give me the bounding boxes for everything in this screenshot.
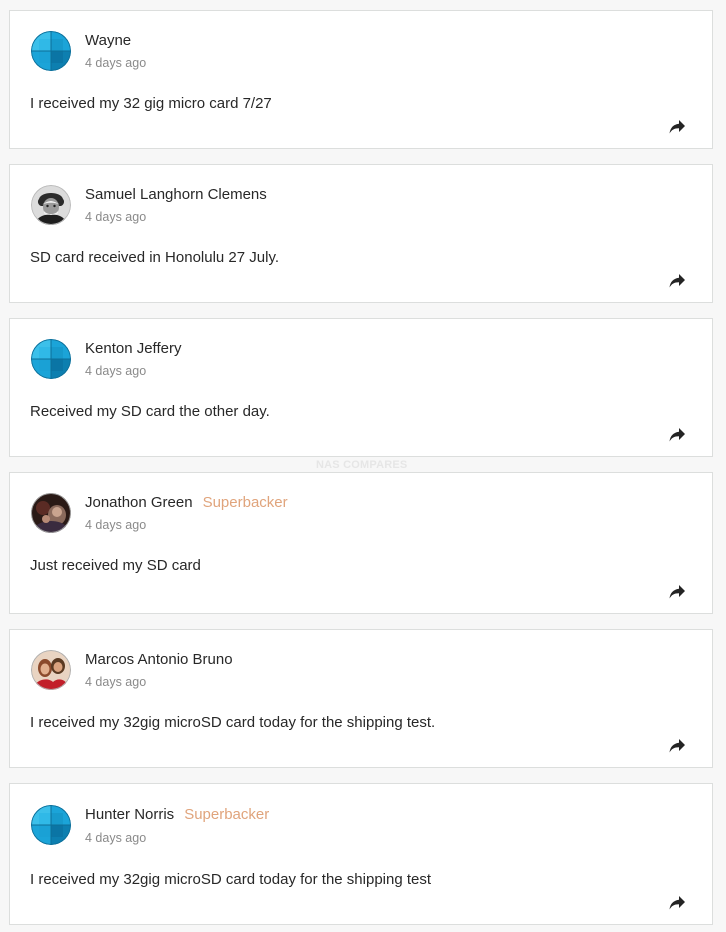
comment-text: Received my SD card the other day.	[30, 403, 270, 420]
comment-text: I received my 32gig microSD card today f…	[30, 871, 432, 888]
comment-timestamp: 4 days ago	[85, 518, 147, 532]
comment-text: Just received my SD card	[30, 557, 201, 574]
share-arrow-icon	[669, 896, 685, 910]
share-button[interactable]	[668, 118, 686, 136]
default-globe-avatar-icon	[31, 31, 71, 71]
comment-text: I received my 32gig microSD card today f…	[30, 714, 436, 731]
avatar[interactable]	[31, 31, 71, 71]
comment-timestamp: 4 days ago	[85, 56, 147, 70]
superbacker-badge: Superbacker	[202, 494, 288, 511]
photo-avatar-icon	[31, 493, 71, 533]
avatar[interactable]	[31, 339, 71, 379]
default-globe-avatar-icon	[31, 805, 71, 845]
avatar[interactable]	[31, 185, 71, 225]
share-button[interactable]	[668, 426, 686, 444]
avatar[interactable]	[31, 493, 71, 533]
avatar[interactable]	[31, 805, 71, 845]
commenter-name[interactable]: Kenton Jeffery	[85, 340, 191, 357]
share-button[interactable]	[668, 583, 686, 601]
comment-card: Wayne 4 days ago I received my 32 gig mi…	[9, 10, 713, 149]
comment-timestamp: 4 days ago	[85, 364, 147, 378]
comment-text: I received my 32 gig micro card 7/27	[30, 95, 272, 112]
superbacker-badge: Superbacker	[184, 806, 270, 823]
share-button[interactable]	[668, 894, 686, 912]
default-globe-avatar-icon	[31, 339, 71, 379]
share-button[interactable]	[668, 272, 686, 290]
comment-card: Kenton Jeffery 4 days ago Received my SD…	[9, 318, 713, 457]
comment-card: Marcos Antonio Bruno 4 days ago I receiv…	[9, 629, 713, 768]
avatar[interactable]	[31, 650, 71, 690]
share-arrow-icon	[669, 120, 685, 134]
comment-card: Jonathon Green Superbacker 4 days ago Jus…	[9, 472, 713, 614]
share-arrow-icon	[669, 274, 685, 288]
comment-card: Samuel Langhorn Clemens 4 days ago SD ca…	[9, 164, 713, 303]
commenter-name[interactable]: Hunter Norris Superbacker	[85, 806, 269, 823]
share-arrow-icon	[669, 428, 685, 442]
watermark: NAS COMPARES	[316, 459, 408, 471]
photo-avatar-icon	[31, 650, 71, 690]
commenter-name[interactable]: Jonathon Green Superbacker	[85, 494, 288, 511]
share-arrow-icon	[669, 739, 685, 753]
commenter-name[interactable]: Marcos Antonio Bruno	[85, 651, 243, 668]
share-button[interactable]	[668, 737, 686, 755]
portrait-photo-icon	[31, 185, 71, 225]
comment-timestamp: 4 days ago	[85, 675, 147, 689]
comment-text: SD card received in Honolulu 27 July.	[30, 249, 280, 266]
comment-timestamp: 4 days ago	[85, 831, 147, 845]
comment-timestamp: 4 days ago	[85, 210, 147, 224]
commenter-name[interactable]: Samuel Langhorn Clemens	[85, 186, 277, 203]
commenter-name[interactable]: Wayne	[85, 32, 141, 49]
share-arrow-icon	[669, 585, 685, 599]
comment-card: Hunter Norris Superbacker 4 days ago I re…	[9, 783, 713, 925]
